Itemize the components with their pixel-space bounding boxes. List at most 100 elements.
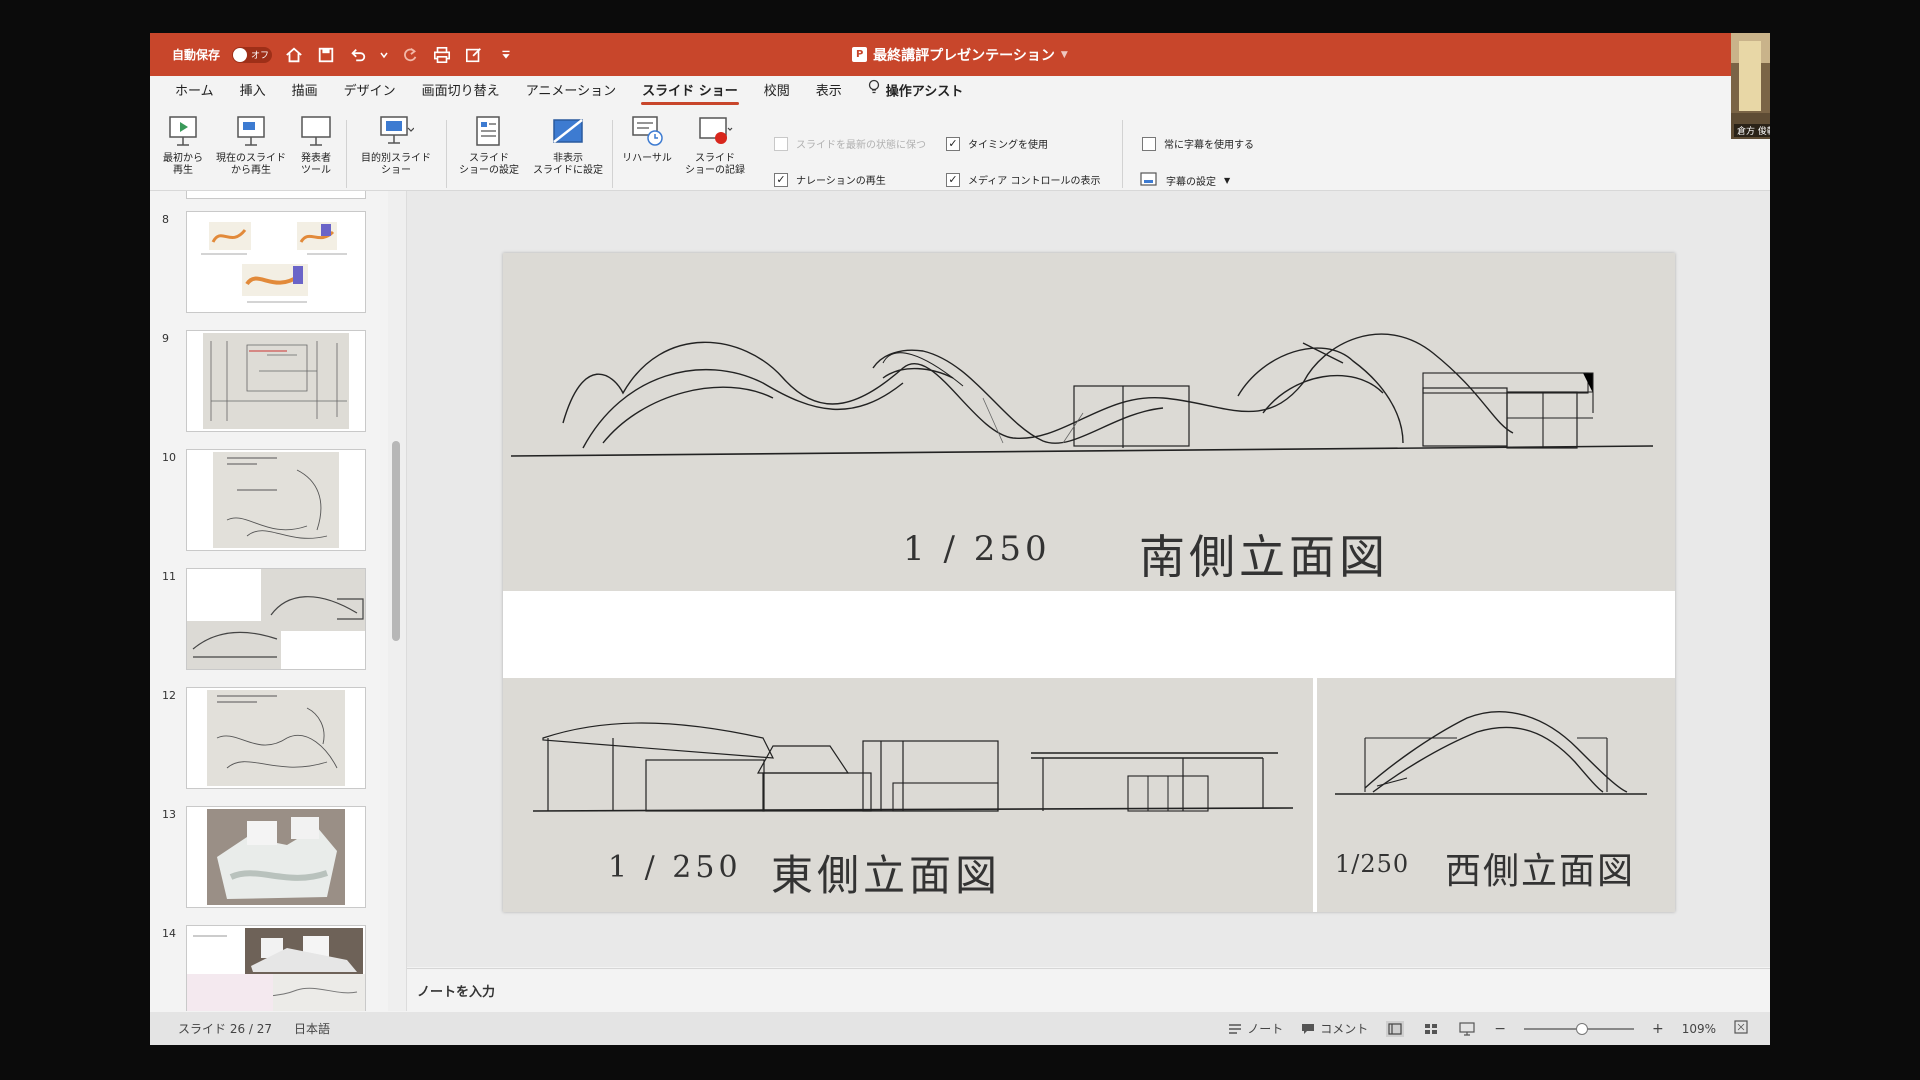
zoom-level[interactable]: 109% xyxy=(1682,1022,1716,1036)
chevron-down-icon: ▼ xyxy=(1060,49,1068,60)
play-from-start-button[interactable]: 最初から 再生 xyxy=(160,114,206,177)
play-from-start-icon xyxy=(169,116,197,146)
slide-counter: スライド 26 / 27 xyxy=(178,1022,273,1036)
current-slide[interactable]: 1 / 250 南側立面図 1 / 250 東側立面図 1/250 西側立面図 xyxy=(503,253,1675,912)
thumbnail-image xyxy=(207,809,345,905)
keep-updated-checkbox[interactable]: スライドを最新の状態に保つ xyxy=(774,136,926,151)
east-elevation-title: 東側立面図 xyxy=(771,851,1002,900)
document-title-text: 最終講評プレゼンテーション xyxy=(873,47,1055,64)
thumbnail-number: 13 xyxy=(162,808,176,821)
record-slideshow-label: スライド ショーの記録 xyxy=(685,153,745,176)
notes-icon xyxy=(1229,1023,1242,1034)
always-subtitles-label: 常に字幕を使用する xyxy=(1164,140,1254,151)
thumbnail-image xyxy=(203,333,349,429)
tab-transitions[interactable]: 画面切り替え xyxy=(409,76,513,108)
thumbnail-number: 8 xyxy=(162,213,169,226)
tab-insert[interactable]: 挿入 xyxy=(227,76,279,108)
zoom-out-icon[interactable]: − xyxy=(1494,1021,1506,1037)
participant-video[interactable]: 倉方 俊輔 xyxy=(1731,33,1770,139)
south-elevation-scale: 1 / 250 xyxy=(903,529,1051,569)
slide-thumbnail-9[interactable] xyxy=(186,330,366,432)
comments-button-label: コメント xyxy=(1320,1022,1369,1036)
participant-name: 倉方 俊輔 xyxy=(1734,124,1770,137)
always-subtitles-checkbox[interactable]: 常に字幕を使用する xyxy=(1142,136,1254,151)
slide-thumbnail-partial[interactable] xyxy=(186,191,366,199)
checkbox-box xyxy=(1142,136,1156,151)
tab-slideshow[interactable]: スライド ショー xyxy=(629,76,751,108)
hide-slide-button[interactable]: 非表示 スライドに設定 xyxy=(530,114,606,177)
use-timings-checkbox[interactable]: ✓ タイミングを使用 xyxy=(946,136,1048,151)
slide-thumbnail-12[interactable] xyxy=(186,687,366,789)
record-slideshow-button[interactable]: スライド ショーの記録 xyxy=(680,114,750,177)
tab-animations[interactable]: アニメーション xyxy=(513,76,629,108)
south-elevation-sketch xyxy=(510,333,1654,457)
rehearse-button[interactable]: リハーサル xyxy=(618,114,676,165)
custom-show-icon xyxy=(380,116,414,144)
keep-updated-label: スライドを最新の状態に保つ xyxy=(796,140,926,151)
play-from-current-label: 現在のスライド から再生 xyxy=(216,153,286,176)
notes-toggle-button[interactable]: ノート xyxy=(1228,1020,1283,1037)
west-elevation-drawing: 1/250 西側立面図 xyxy=(1317,678,1675,912)
play-from-current-icon xyxy=(237,116,265,146)
custom-slideshow-label: 目的別スライド ショー xyxy=(361,153,431,176)
use-timings-label: タイミングを使用 xyxy=(968,140,1048,151)
setup-slideshow-button[interactable]: スライド ショーの設定 xyxy=(454,114,524,177)
tab-view[interactable]: 表示 xyxy=(803,76,855,108)
language-indicator[interactable]: 日本語 xyxy=(294,1020,330,1037)
slide-thumbnail-13[interactable] xyxy=(186,806,366,908)
ribbon-separator xyxy=(1122,120,1123,188)
normal-view-button[interactable] xyxy=(1386,1020,1405,1037)
west-elevation-title: 西側立面図 xyxy=(1445,851,1636,892)
tab-review[interactable]: 校閲 xyxy=(751,76,803,108)
slide-thumbnail-panel: 8 9 10 11 12 13 14 xyxy=(150,191,388,1011)
play-narrations-checkbox[interactable]: ✓ ナレーションの再生 xyxy=(774,172,886,187)
west-elevation-scale: 1/250 xyxy=(1335,850,1410,878)
thumbnail-image xyxy=(213,452,339,548)
media-controls-checkbox[interactable]: ✓ メディア コントロールの表示 xyxy=(946,172,1100,187)
ribbon-separator xyxy=(446,120,447,188)
fit-to-window-icon[interactable] xyxy=(1734,1020,1748,1037)
setup-slideshow-label: スライド ショーの設定 xyxy=(459,153,519,176)
reading-view-button[interactable] xyxy=(1458,1021,1476,1037)
east-elevation-drawing: 1 / 250 東側立面図 xyxy=(503,678,1313,912)
slide-thumbnail-8[interactable] xyxy=(186,211,366,313)
east-elevation-scale: 1 / 250 xyxy=(608,850,742,885)
tab-draw[interactable]: 描画 xyxy=(279,76,331,108)
slide-sorter-button[interactable] xyxy=(1422,1021,1440,1037)
play-from-current-button[interactable]: 現在のスライド から再生 xyxy=(212,114,290,177)
ribbon-separator xyxy=(612,120,613,188)
tab-tell-me[interactable]: 操作アシスト xyxy=(855,76,976,108)
media-controls-label: メディア コントロールの表示 xyxy=(968,176,1101,187)
notes-pane[interactable]: ノートを入力 xyxy=(407,968,1770,1011)
hide-slide-label: 非表示 スライドに設定 xyxy=(533,153,603,176)
tab-design[interactable]: デザイン xyxy=(331,76,409,108)
comments-button[interactable]: コメント xyxy=(1301,1020,1368,1037)
slide-editing-canvas: 1 / 250 南側立面図 1 / 250 東側立面図 1/250 西側立面図 xyxy=(407,191,1770,967)
slide-thumbnail-10[interactable] xyxy=(186,449,366,551)
scrollbar-thumb[interactable] xyxy=(392,441,400,641)
zoom-in-icon[interactable]: + xyxy=(1652,1021,1664,1037)
thumbnail-number: 12 xyxy=(162,689,176,702)
title-bar: 自動保存 オフ P 最終講評プレゼンテーション ▼ xyxy=(150,33,1770,76)
lightbulb-icon xyxy=(868,76,880,108)
notes-button-label: ノート xyxy=(1247,1022,1284,1036)
thumbnail-scrollbar[interactable] xyxy=(388,191,407,1011)
subtitle-settings-button[interactable]: 字幕の設定 ▼ xyxy=(1140,172,1230,188)
custom-slideshow-button[interactable]: 目的別スライド ショー xyxy=(354,114,438,177)
setup-slideshow-icon xyxy=(476,116,500,146)
document-title[interactable]: P 最終講評プレゼンテーション ▼ xyxy=(150,33,1770,76)
slide-thumbnail-11[interactable] xyxy=(186,568,366,670)
zoom-slider[interactable] xyxy=(1523,1022,1634,1035)
slide-thumbnail-14[interactable] xyxy=(186,925,366,1011)
zoom-slider-knob[interactable] xyxy=(1575,1022,1588,1035)
presenter-tools-button[interactable]: 発表者 ツール xyxy=(294,114,338,177)
tab-home[interactable]: ホーム xyxy=(162,76,227,108)
south-elevation-drawing: 1 / 250 南側立面図 xyxy=(503,253,1675,591)
notes-placeholder: ノートを入力 xyxy=(417,984,496,1000)
thumbnail-number: 9 xyxy=(162,332,169,345)
subtitle-settings-label: 字幕の設定 xyxy=(1166,176,1216,188)
thumbnail-number: 14 xyxy=(162,927,176,940)
south-elevation-title: 南側立面図 xyxy=(1139,530,1389,584)
presenter-view-icon xyxy=(301,116,331,146)
presenter-tools-label: 発表者 ツール xyxy=(301,153,331,176)
